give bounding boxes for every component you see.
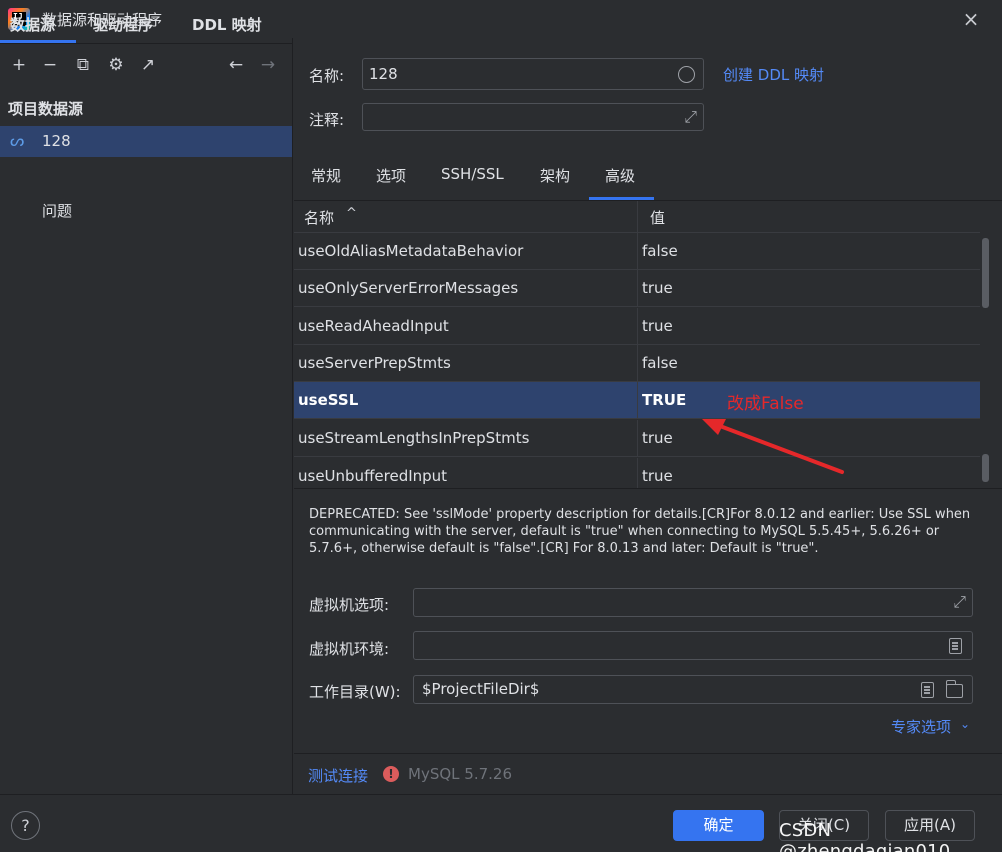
column-header-value[interactable]: 值 bbox=[650, 207, 665, 228]
tab-data-sources[interactable]: 数据源 bbox=[10, 14, 55, 35]
workdir-label: 工作目录(W): bbox=[309, 683, 401, 701]
table-row[interactable]: useOnlyServerErrorMessages true bbox=[294, 270, 980, 307]
table-row[interactable]: useOldAliasMetadataBehavior false bbox=[294, 233, 980, 270]
column-divider bbox=[637, 308, 638, 345]
sidebar-item-128[interactable]: ᔕ 128 bbox=[0, 126, 292, 157]
property-value[interactable]: true bbox=[642, 429, 673, 447]
property-name: useServerPrepStmts bbox=[298, 354, 451, 372]
table-header: 名称 ^ 值 bbox=[294, 201, 980, 233]
column-divider[interactable] bbox=[637, 201, 638, 233]
column-divider bbox=[637, 270, 638, 307]
table-row[interactable]: useReadAheadInput true bbox=[294, 308, 980, 345]
tab-advanced[interactable]: 高级 bbox=[605, 165, 635, 186]
help-button[interactable]: ? bbox=[11, 811, 40, 840]
column-header-name[interactable]: 名称 bbox=[304, 207, 334, 228]
expand-icon[interactable]: ⤢ bbox=[684, 107, 697, 127]
name-input[interactable]: 128 bbox=[362, 58, 704, 90]
property-name: useOldAliasMetadataBehavior bbox=[298, 242, 524, 260]
document-icon[interactable] bbox=[921, 682, 934, 698]
name-value: 128 bbox=[369, 65, 398, 83]
scrollbar-thumb[interactable] bbox=[982, 238, 989, 308]
mysql-dolphin-icon: ᔕ bbox=[10, 131, 25, 150]
working-directory-value: $ProjectFileDir$ bbox=[422, 680, 540, 698]
vm-environment-input[interactable] bbox=[413, 631, 973, 660]
comment-input[interactable]: ⤢ bbox=[362, 103, 704, 131]
table-row[interactable]: useStreamLengthsInPrepStmts true bbox=[294, 420, 980, 457]
mysql-version-text: MySQL 5.7.26 bbox=[408, 765, 512, 783]
open-external-icon[interactable]: ↗ bbox=[137, 54, 159, 76]
color-circle-icon[interactable] bbox=[678, 66, 695, 83]
annotation-arrow bbox=[702, 419, 844, 474]
column-divider bbox=[637, 233, 638, 270]
divider bbox=[294, 488, 1002, 489]
expert-options-link[interactable]: 专家选项 bbox=[891, 716, 951, 737]
comment-label: 注释: bbox=[309, 111, 345, 129]
table-row-selected[interactable]: useSSL TRUE bbox=[294, 382, 980, 419]
column-divider bbox=[637, 382, 638, 419]
property-value[interactable]: false bbox=[642, 242, 678, 260]
remove-icon[interactable]: − bbox=[39, 54, 61, 76]
tab-options[interactable]: 选项 bbox=[376, 165, 406, 186]
column-divider bbox=[637, 458, 638, 488]
table-row[interactable]: useUnbufferedInput true bbox=[294, 458, 980, 488]
tab-general[interactable]: 常规 bbox=[311, 165, 341, 186]
forward-arrow-icon[interactable]: → bbox=[257, 54, 279, 76]
property-name: useStreamLengthsInPrepStmts bbox=[298, 429, 530, 447]
sidebar-item-problems[interactable]: 问题 bbox=[42, 200, 72, 221]
property-value[interactable]: TRUE bbox=[642, 391, 686, 409]
working-directory-input[interactable]: $ProjectFileDir$ bbox=[413, 675, 973, 704]
property-value[interactable]: true bbox=[642, 279, 673, 297]
property-name: useUnbufferedInput bbox=[298, 467, 448, 485]
divider bbox=[0, 43, 293, 44]
property-value[interactable]: false bbox=[642, 354, 678, 372]
watermark: CSDN @zhengdaqian010 bbox=[779, 820, 951, 852]
property-name: useSSL bbox=[298, 391, 359, 409]
vm-env-label: 虚拟机环境: bbox=[309, 640, 390, 658]
property-name: useReadAheadInput bbox=[298, 317, 449, 335]
chevron-down-icon[interactable]: ⌄ bbox=[960, 717, 970, 731]
ok-button[interactable]: 确定 bbox=[673, 810, 764, 841]
add-icon[interactable]: + bbox=[8, 54, 30, 76]
property-name: useOnlyServerErrorMessages bbox=[298, 279, 519, 297]
vm-options-input[interactable]: ⤢ bbox=[413, 588, 973, 617]
name-label: 名称: bbox=[309, 67, 345, 85]
property-value[interactable]: true bbox=[642, 317, 673, 335]
divider bbox=[294, 753, 1002, 754]
tab-ssh-ssl[interactable]: SSH/SSL bbox=[441, 165, 504, 183]
column-divider bbox=[637, 345, 638, 382]
back-arrow-icon[interactable]: ← bbox=[225, 54, 247, 76]
error-icon[interactable]: ! bbox=[383, 766, 399, 782]
folder-icon[interactable] bbox=[946, 680, 963, 698]
section-project-data-sources: 项目数据源 bbox=[8, 100, 84, 118]
properties-table: 名称 ^ 值 useOldAliasMetadataBehavior false… bbox=[294, 201, 980, 488]
vm-options-label: 虚拟机选项: bbox=[309, 596, 390, 614]
duplicate-icon[interactable]: ⧉ bbox=[72, 54, 94, 76]
scrollbar-thumb[interactable] bbox=[982, 454, 989, 482]
document-icon[interactable] bbox=[949, 638, 962, 654]
property-description: DEPRECATED: See 'sslMode' property descr… bbox=[309, 507, 971, 556]
table-row[interactable]: useServerPrepStmts false bbox=[294, 345, 980, 382]
test-connection-link[interactable]: 测试连接 bbox=[308, 765, 368, 786]
expand-icon[interactable]: ⤢ bbox=[953, 592, 966, 612]
settings-icon[interactable]: ⚙ bbox=[105, 54, 127, 76]
close-icon[interactable]: × bbox=[958, 6, 984, 32]
tab-ddl-mappings[interactable]: DDL 映射 bbox=[192, 14, 262, 35]
create-ddl-mapping-link[interactable]: 创建 DDL 映射 bbox=[723, 64, 824, 85]
property-value[interactable]: true bbox=[642, 467, 673, 485]
tab-drivers[interactable]: 驱动程序 bbox=[93, 14, 153, 35]
sort-ascending-icon[interactable]: ^ bbox=[346, 206, 357, 221]
column-divider bbox=[637, 420, 638, 457]
sidebar-item-label: 128 bbox=[42, 132, 71, 150]
tab-schemas[interactable]: 架构 bbox=[540, 165, 570, 186]
